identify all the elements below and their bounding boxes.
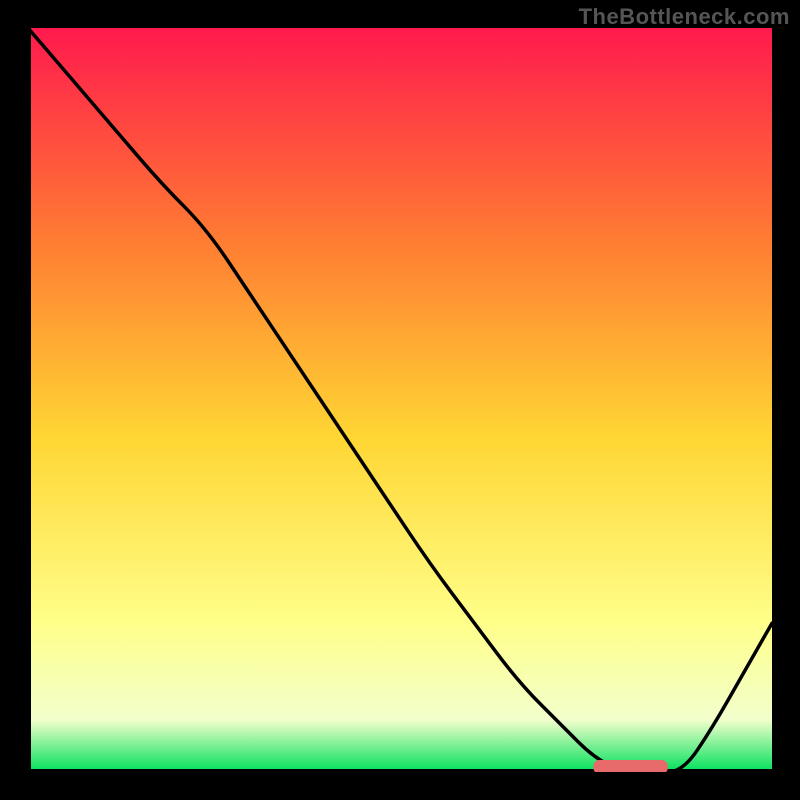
optimal-marker bbox=[593, 760, 667, 772]
chart-svg bbox=[28, 28, 772, 772]
plot-area bbox=[28, 28, 772, 772]
chart-frame: TheBottleneck.com bbox=[0, 0, 800, 800]
gradient-background bbox=[28, 28, 772, 772]
watermark-text: TheBottleneck.com bbox=[579, 4, 790, 30]
